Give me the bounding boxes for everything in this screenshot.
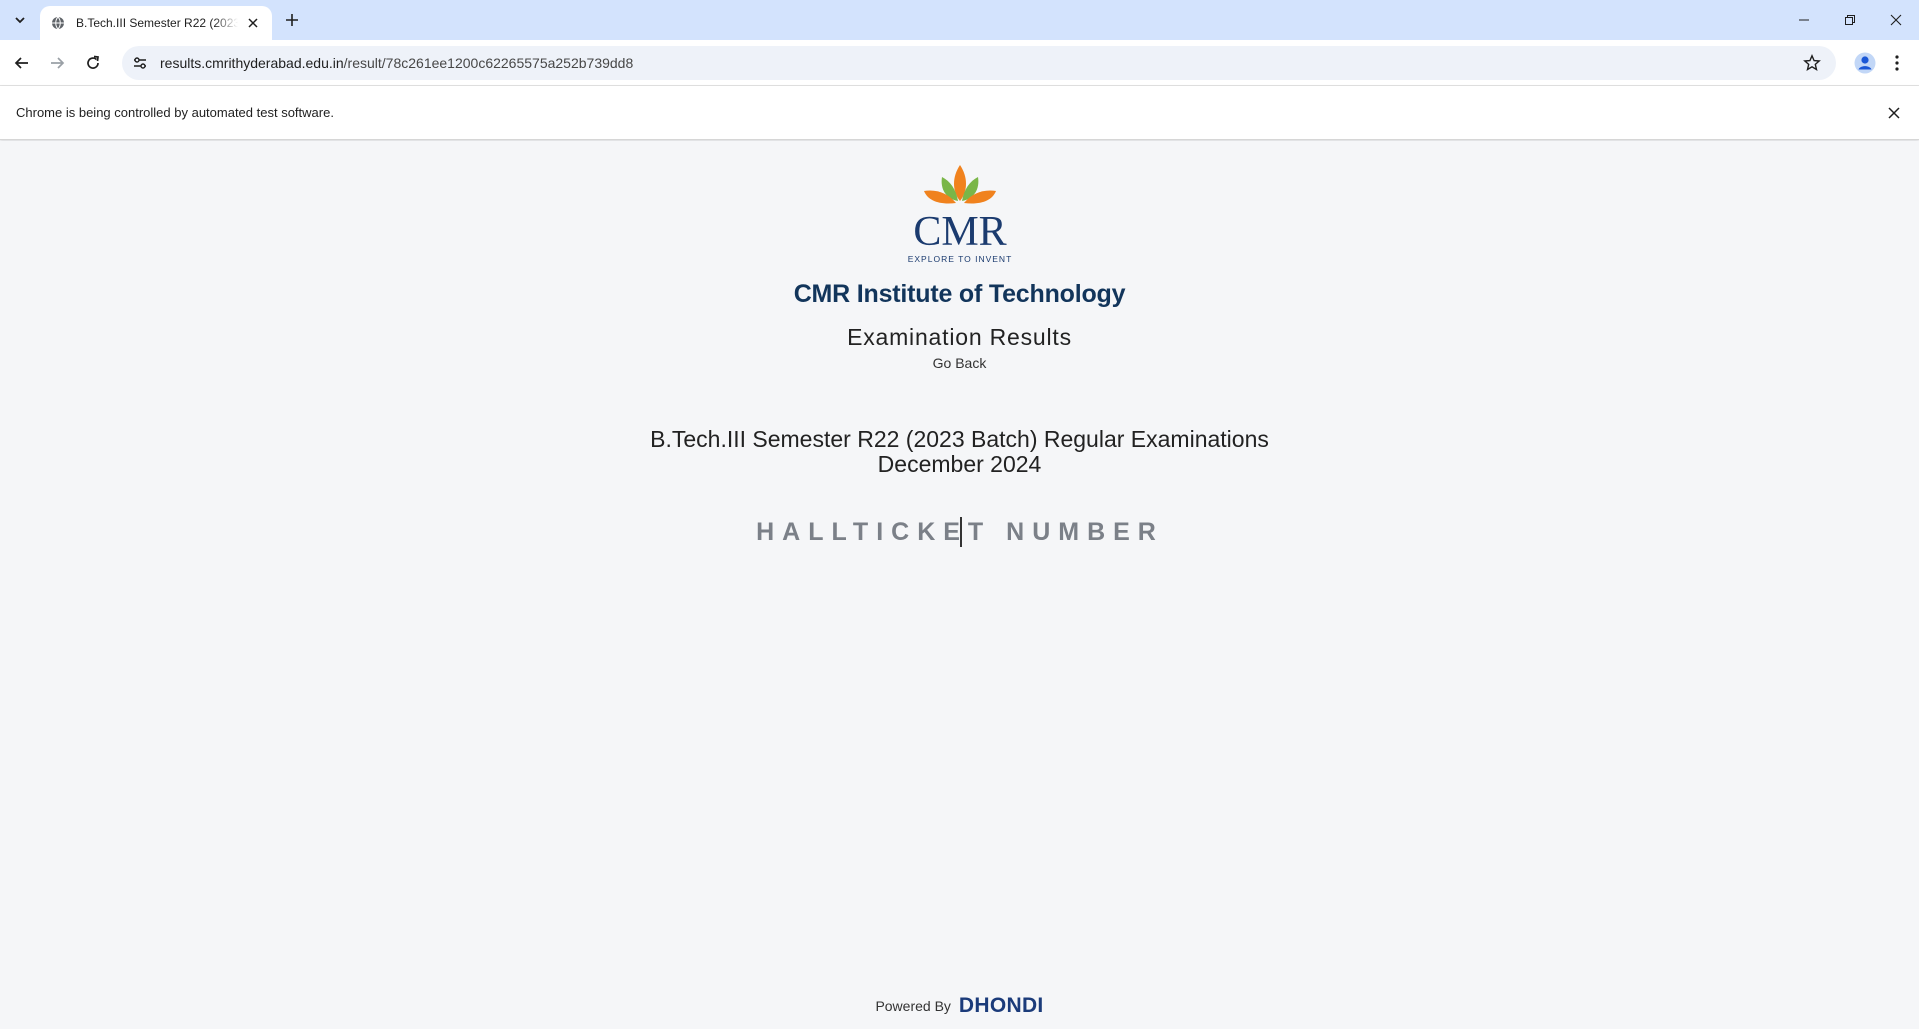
browser-toolbar: results.cmrithyderabad.edu.in/result/78c…	[0, 40, 1919, 86]
infobar-message: Chrome is being controlled by automated …	[16, 105, 334, 120]
powered-by-label: Powered By	[875, 998, 951, 1014]
go-back-link-row: Go Back	[0, 355, 1919, 371]
page-content: CMR EXPLORE TO INVENT CMR Institute of T…	[0, 141, 1919, 1029]
profile-avatar-icon[interactable]	[1851, 49, 1879, 77]
url-path: /result/78c261ee1200c62265575a252b739dd8	[343, 55, 634, 71]
tab-close-icon[interactable]	[244, 14, 262, 32]
logo-tagline: EXPLORE TO INVENT	[908, 254, 1013, 264]
address-bar[interactable]: results.cmrithyderabad.edu.in/result/78c…	[122, 46, 1836, 80]
site-info-tune-icon[interactable]	[126, 49, 154, 77]
globe-icon	[50, 15, 66, 31]
minimize-icon[interactable]	[1781, 0, 1827, 40]
institute-name: CMR Institute of Technology	[793, 280, 1126, 308]
hallticket-field	[740, 512, 1180, 552]
exam-title-line2: December 2024	[877, 451, 1042, 477]
more-menu-icon[interactable]	[1883, 49, 1911, 77]
go-back-link[interactable]: Go Back	[933, 355, 987, 371]
close-icon[interactable]	[1883, 102, 1905, 124]
exam-title: B.Tech.III Semester R22 (2023 Batch) Reg…	[0, 427, 1919, 477]
text-caret	[960, 517, 962, 547]
tab-title: B.Tech.III Semester R22 (2023 B	[76, 16, 238, 30]
url-text[interactable]: results.cmrithyderabad.edu.in/result/78c…	[160, 55, 633, 71]
automation-infobar: Chrome is being controlled by automated …	[0, 86, 1919, 140]
logo-brand-text: CMR	[913, 209, 1006, 255]
back-arrow-icon[interactable]	[8, 49, 36, 77]
bookmark-star-icon[interactable]	[1798, 49, 1826, 77]
tab-strip: B.Tech.III Semester R22 (2023 B	[0, 0, 1919, 40]
restore-icon[interactable]	[1827, 0, 1873, 40]
dhondi-brand: DHONDI	[958, 994, 1044, 1017]
exam-title-line1: B.Tech.III Semester R22 (2023 Batch) Reg…	[650, 426, 1269, 452]
page-title: Examination Results	[847, 324, 1072, 350]
window-controls	[1781, 0, 1919, 40]
new-tab-plus-icon[interactable]	[280, 8, 304, 32]
tab-search-chevron-icon[interactable]	[8, 8, 32, 32]
browser-tab[interactable]: B.Tech.III Semester R22 (2023 B	[40, 6, 272, 40]
url-host: results.cmrithyderabad.edu.in	[160, 55, 344, 71]
forward-arrow-icon[interactable]	[43, 49, 71, 77]
reload-icon[interactable]	[79, 49, 107, 77]
cmr-logo: CMR EXPLORE TO INVENT	[908, 165, 1013, 264]
close-window-icon[interactable]	[1873, 0, 1919, 40]
footer: Powered By DHONDI	[0, 994, 1919, 1018]
